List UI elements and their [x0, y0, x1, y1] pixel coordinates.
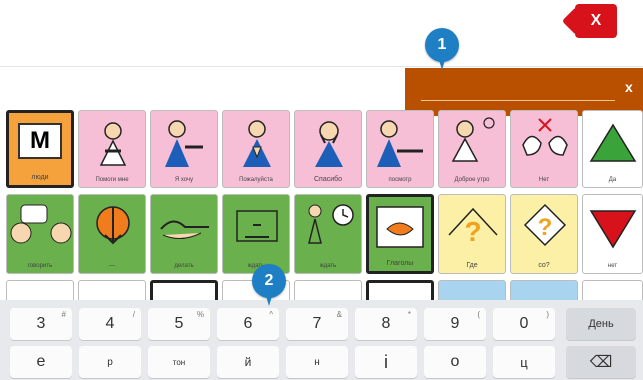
wait-clock-icon — [308, 204, 354, 244]
cell-verbs[interactable]: Глаголы — [366, 194, 434, 274]
cell-where[interactable]: ? Где — [438, 194, 506, 274]
do-hands-icon — [160, 220, 209, 239]
backspace-key[interactable]: ⌫ — [566, 346, 636, 378]
key-e[interactable]: е — [10, 346, 72, 378]
person-thanks-icon — [315, 121, 343, 167]
cell-help-me[interactable]: Помоги мне — [78, 110, 146, 188]
key-0[interactable]: 0 ) — [493, 308, 555, 340]
key-7[interactable]: 7 & — [286, 308, 348, 340]
cell-play[interactable]: ждать — [222, 194, 290, 274]
cell-label: Доброе утро — [454, 177, 490, 183]
cell-label: Пожалуйста — [239, 177, 273, 183]
key-o[interactable]: о — [424, 346, 486, 378]
verbs-folder-icon — [376, 206, 424, 248]
cell-label: делать — [174, 263, 194, 269]
what-question-icon: ? — [523, 203, 567, 247]
divider — [0, 66, 643, 67]
step-badge-2: 2 — [252, 264, 286, 306]
key-4[interactable]: 4 / — [79, 308, 141, 340]
clear-input-button[interactable]: x — [625, 79, 633, 95]
person-morning-icon — [451, 117, 495, 162]
cell-yes[interactable]: Да — [582, 110, 643, 188]
step-badge-1: 1 — [425, 28, 459, 70]
cell-no-red[interactable]: нет — [582, 194, 643, 274]
cell-people[interactable]: M люди — [6, 110, 74, 188]
cell-label: — — [109, 263, 115, 269]
backspace-icon: ⌫ — [589, 354, 613, 371]
key-9[interactable]: 9 ( — [424, 308, 486, 340]
cell-label: нет — [607, 263, 618, 269]
cell-look[interactable]: посмотр — [366, 110, 434, 188]
cell-label: люди — [31, 174, 49, 181]
orange-down-icon — [96, 206, 130, 245]
red-triangle-icon — [589, 210, 637, 249]
cell-label: посмотр — [388, 177, 412, 183]
message-input-underline — [421, 100, 615, 101]
svg-text:?: ? — [464, 216, 481, 247]
folder-letter-icon: M — [18, 123, 62, 159]
cell-label: Я хочу — [174, 177, 194, 183]
cell-label: Где — [466, 262, 478, 269]
key-n[interactable]: н — [286, 346, 348, 378]
hands-no-icon — [522, 118, 568, 156]
talk-icon — [10, 204, 72, 244]
key-8[interactable]: 8 * — [355, 308, 417, 340]
cell-label: Помоги мне — [95, 177, 129, 183]
cell-label: ждать — [319, 263, 337, 269]
cell-do[interactable]: делать — [150, 194, 218, 274]
cell-no[interactable]: Нет — [510, 110, 578, 188]
close-label: X — [590, 12, 602, 29]
svg-text:?: ? — [538, 214, 553, 241]
key-r[interactable]: р — [79, 346, 141, 378]
cell-good-morning[interactable]: Доброе утро — [438, 110, 506, 188]
key-6[interactable]: 6 ^ — [217, 308, 279, 340]
key-i[interactable]: і — [355, 346, 417, 378]
cell-label: говорить — [27, 263, 53, 269]
close-button[interactable]: X — [575, 4, 617, 38]
key-ts[interactable]: ц — [493, 346, 555, 378]
cell-please[interactable]: Пожалуйста — [222, 110, 290, 188]
symbol-grid: M люди Помоги мне Я хочу Пожалуйста Спас… — [4, 108, 643, 320]
cell-label: Спасибо — [313, 176, 343, 183]
play-icon — [236, 210, 278, 242]
key-ton[interactable]: тон — [148, 346, 210, 378]
cell-what[interactable]: ? со? — [510, 194, 578, 274]
on-screen-keyboard: 3 # 4 / 5 % 6 ^ 7 & 8 * 9 ( 0 ) День е р… — [0, 300, 643, 380]
person-please-icon — [243, 120, 271, 167]
key-5[interactable]: 5 % — [148, 308, 210, 340]
person-help-icon — [99, 122, 127, 166]
key-j[interactable]: й — [217, 346, 279, 378]
key-3[interactable]: 3 # — [10, 308, 72, 340]
cell-wait[interactable]: ждать — [294, 194, 362, 274]
app-screen: X x 1 M люди Помоги мне Я хочу Пожалуйст… — [0, 0, 643, 380]
where-question-icon: ? — [448, 207, 498, 247]
cell-label: Нет — [538, 177, 550, 183]
cell-talk[interactable]: говорить — [6, 194, 74, 274]
cell-i-want[interactable]: Я хочу — [150, 110, 218, 188]
cell-label: со? — [538, 262, 550, 269]
cell-label: Глаголы — [386, 260, 414, 267]
cell-label: Да — [608, 177, 617, 183]
cell-thanks[interactable]: Спасибо — [294, 110, 362, 188]
person-look-icon — [377, 120, 423, 167]
cell-down[interactable]: — — [78, 194, 146, 274]
green-triangle-icon — [589, 123, 637, 162]
person-want-icon — [165, 120, 203, 167]
key-day[interactable]: День — [566, 308, 636, 340]
